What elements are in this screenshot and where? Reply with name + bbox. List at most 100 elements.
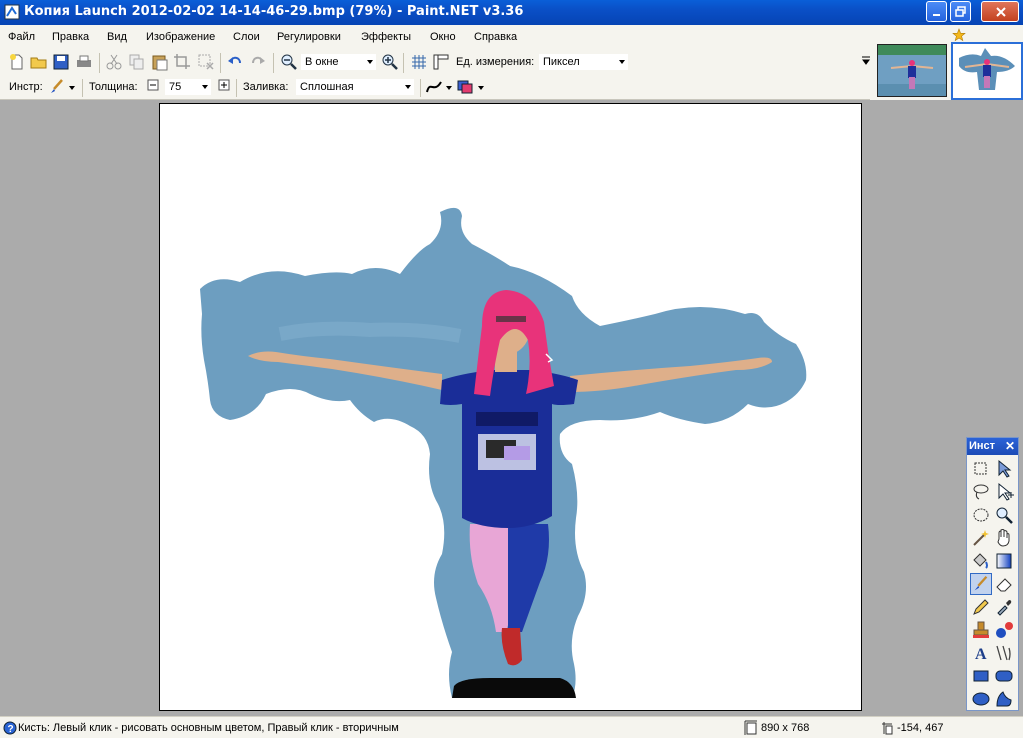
minimize-button[interactable] [926, 1, 947, 22]
svg-text:A: A [975, 646, 987, 663]
units-label: Ед. измерения: [456, 56, 535, 68]
fill-label: Заливка: [243, 81, 289, 93]
image-canvas[interactable] [159, 103, 862, 711]
units-select[interactable]: Пиксел [538, 53, 629, 71]
rectangle-icon[interactable] [970, 665, 992, 687]
zoom-out-icon[interactable] [280, 53, 298, 71]
close-icon [996, 7, 1006, 17]
separator [99, 53, 100, 73]
ruler-icon[interactable] [432, 53, 450, 71]
new-file-icon[interactable] [8, 53, 26, 71]
minimize-icon [933, 14, 940, 16]
main-toolbar: В окне Ед. измерения: Пиксел [0, 49, 870, 76]
antialiasing-icon[interactable] [425, 78, 443, 96]
move-selected-icon[interactable] [993, 481, 1015, 503]
rectangle-select-icon[interactable] [970, 458, 992, 480]
maximize-button[interactable] [950, 1, 971, 22]
menu-layers[interactable]: Слои [233, 31, 260, 43]
tools-window-close-icon[interactable]: ✕ [1005, 439, 1015, 453]
line-curve-icon[interactable] [993, 642, 1015, 664]
cut-icon[interactable] [105, 53, 123, 71]
menu-window[interactable]: Окно [430, 31, 456, 43]
window-title: Копия Launch 2012-02-02 14-14-46-29.bmp … [24, 4, 524, 19]
menu-file[interactable]: Файл [8, 31, 35, 43]
rounded-rectangle-icon[interactable] [993, 665, 1015, 687]
paintnet-app-icon [4, 4, 20, 20]
menu-effects[interactable]: Эффекты [361, 31, 411, 43]
blend-mode-icon[interactable] [456, 78, 474, 96]
menu-view[interactable]: Вид [107, 31, 127, 43]
eraser-icon[interactable] [993, 573, 1015, 595]
menu-edit[interactable]: Правка [52, 31, 89, 43]
lasso-select-icon[interactable] [970, 481, 992, 503]
image-thumbnails [870, 25, 1023, 100]
image-thumbnail[interactable] [877, 44, 947, 97]
paintbrush-tool[interactable] [970, 573, 992, 595]
tools-window-title: Инст [969, 440, 996, 452]
copy-icon[interactable] [128, 53, 146, 71]
cursor-position-icon [882, 722, 893, 735]
save-icon[interactable] [52, 53, 70, 71]
status-bar: ? Кисть: Левый клик - рисовать основным … [0, 716, 1023, 738]
floor-region [452, 678, 576, 698]
paste-icon[interactable] [151, 53, 169, 71]
chevron-down-icon[interactable] [478, 86, 484, 90]
print-icon[interactable] [75, 53, 93, 71]
status-hint: Кисть: Левый клик - рисовать основным цв… [18, 722, 399, 734]
tools-window-header[interactable]: Инст ✕ [967, 438, 1018, 455]
increase-icon[interactable] [218, 79, 230, 91]
close-button[interactable] [981, 1, 1019, 22]
restore-icon [955, 6, 966, 17]
menu-image[interactable]: Изображение [146, 31, 215, 43]
move-selection-icon[interactable] [993, 458, 1015, 480]
units-value: Пиксел [543, 56, 580, 68]
separator [273, 53, 274, 73]
chevron-down-icon [405, 85, 411, 89]
chevron-down-icon[interactable] [69, 86, 75, 90]
separator [236, 79, 237, 97]
recolor-icon[interactable] [993, 619, 1015, 641]
image-size-icon [744, 720, 757, 735]
deselect-icon[interactable] [197, 53, 215, 71]
separator [420, 79, 421, 97]
pan-hand-icon[interactable] [993, 527, 1015, 549]
zoom-icon[interactable] [993, 504, 1015, 526]
separator [82, 79, 83, 97]
brush-width-select[interactable]: 75 [164, 78, 212, 96]
menu-adjustments[interactable]: Регулировки [277, 31, 341, 43]
modified-star-icon [952, 28, 966, 42]
title-bar: Копия Launch 2012-02-02 14-14-46-29.bmp … [0, 0, 1023, 25]
freeform-shape-icon[interactable] [993, 688, 1015, 710]
ellipse-select-icon[interactable] [970, 504, 992, 526]
menu-help[interactable]: Справка [474, 31, 517, 43]
clone-stamp-icon[interactable] [970, 619, 992, 641]
paint-bucket-icon[interactable] [970, 550, 992, 572]
color-picker-icon[interactable] [993, 596, 1015, 618]
grid-icon[interactable] [410, 53, 428, 71]
zoom-select[interactable]: В окне [300, 53, 377, 71]
chevron-down-icon[interactable] [446, 86, 452, 90]
image-size: 890 x 768 [761, 722, 810, 734]
separator [403, 53, 404, 73]
tool-options-bar: Инстр: Толщина: 75 Заливка: Сплошная [0, 76, 870, 100]
cursor-position: -154, 467 [897, 722, 944, 734]
zoom-in-icon[interactable] [381, 53, 399, 71]
crop-icon[interactable] [173, 53, 191, 71]
chevron-down-icon [367, 60, 373, 64]
image-thumbnail-active[interactable] [951, 42, 1023, 100]
canvas-image [200, 207, 807, 698]
redo-icon[interactable] [249, 53, 267, 71]
ellipse-icon[interactable] [970, 688, 992, 710]
svg-text:?: ? [8, 724, 14, 735]
pencil-icon[interactable] [970, 596, 992, 618]
tool-label: Инстр: [9, 81, 43, 93]
open-folder-icon[interactable] [30, 53, 48, 71]
paintbrush-icon [974, 575, 988, 591]
fill-select[interactable]: Сплошная [295, 78, 415, 96]
decrease-icon[interactable] [147, 79, 159, 91]
text-icon[interactable]: A [970, 642, 992, 664]
undo-icon[interactable] [226, 53, 244, 71]
magic-wand-icon[interactable] [970, 527, 992, 549]
gradient-icon[interactable] [993, 550, 1015, 572]
paintbrush-icon[interactable] [48, 78, 66, 96]
